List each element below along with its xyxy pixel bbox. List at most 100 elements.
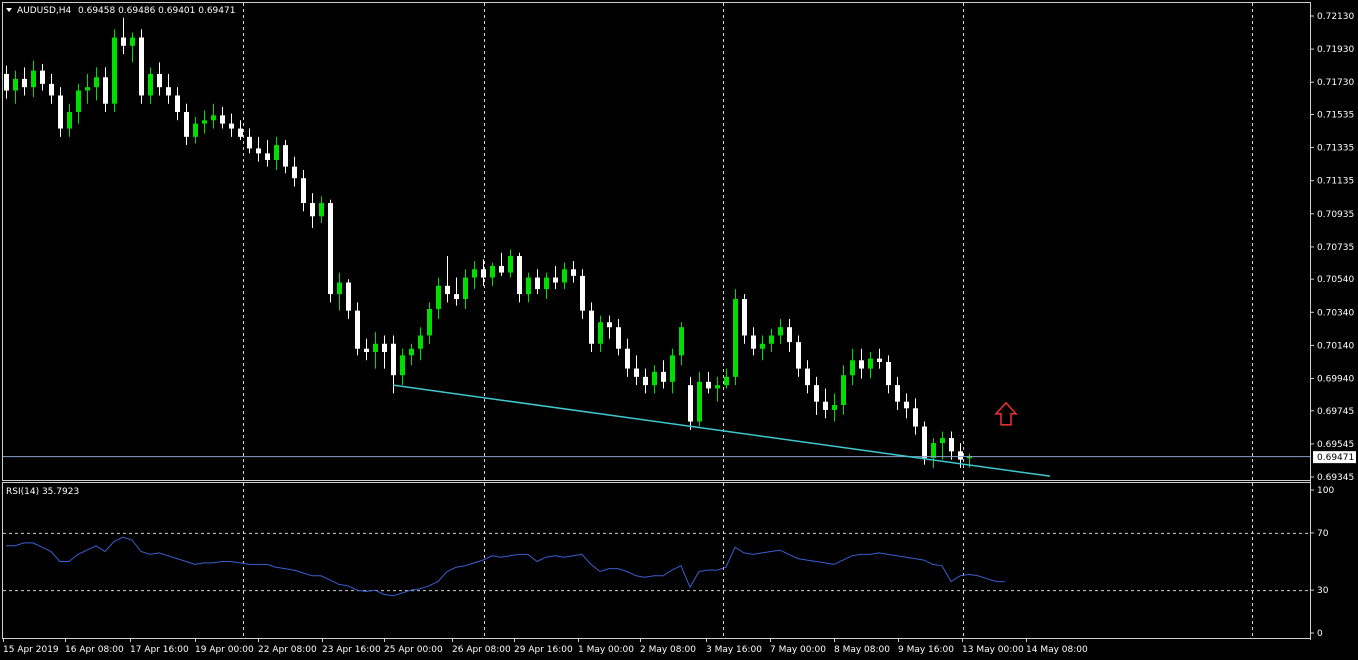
bear-candle: [229, 123, 234, 129]
price-axis-label: 0.69745: [1317, 407, 1354, 417]
bear-candle: [796, 342, 801, 369]
symbol-timeframe: AUDUSD,H4: [17, 6, 72, 16]
bear-candle: [481, 269, 486, 278]
bull-candle: [400, 355, 405, 376]
price-axis-label: 0.69940: [1317, 375, 1354, 385]
bear-candle: [157, 73, 162, 88]
price-axis-label: 0.71535: [1317, 110, 1354, 120]
bear-candle: [886, 361, 891, 386]
bear-candle: [301, 178, 306, 204]
rsi-header: RSI(14) 35.7923: [6, 487, 79, 497]
bull-candle: [67, 112, 72, 129]
bear-candle: [58, 95, 63, 129]
bear-candle: [949, 438, 954, 452]
bear-candle: [913, 408, 918, 427]
price-axis-label: 0.70540: [1317, 275, 1354, 285]
bear-candle: [364, 348, 369, 353]
bull-candle: [778, 327, 783, 336]
bull-candle: [202, 120, 207, 124]
bull-candle: [697, 381, 702, 422]
bull-candle: [562, 269, 567, 283]
bear-candle: [904, 401, 909, 409]
bull-candle: [931, 443, 936, 458]
bull-candle: [436, 285, 441, 309]
time-axis-label: 15 Apr 2019: [3, 645, 59, 655]
bull-candle: [526, 277, 531, 295]
bear-candle: [877, 358, 882, 362]
price-axis-label: 0.71335: [1317, 144, 1354, 154]
bear-candle: [256, 148, 261, 154]
time-axis-label: 7 May 00:00: [770, 645, 826, 655]
bull-candle: [715, 385, 720, 389]
bull-candle: [31, 70, 36, 88]
price-axis-label: 0.69345: [1317, 473, 1354, 483]
bull-candle: [274, 145, 279, 161]
bull-candle: [76, 90, 81, 113]
bear-candle: [265, 153, 270, 161]
time-axis-label: 8 May 08:00: [834, 645, 890, 655]
bear-candle: [958, 451, 963, 460]
time-axis-label: 16 Apr 08:00: [65, 645, 124, 655]
bear-candle: [787, 327, 792, 343]
ohlc-values: 0.69458 0.69486 0.69401 0.69471: [78, 6, 235, 16]
bull-candle: [868, 358, 873, 369]
bull-candle: [598, 322, 603, 344]
time-axis-label: 14 May 08:00: [1026, 645, 1088, 655]
price-axis-label: 0.70735: [1317, 243, 1354, 253]
bear-candle: [382, 343, 387, 353]
time-axis-label: 29 Apr 16:00: [514, 645, 573, 655]
bear-candle: [355, 310, 360, 349]
bull-candle: [940, 438, 945, 444]
bear-candle: [607, 322, 612, 328]
bull-candle: [373, 343, 378, 353]
price-axis-label: 0.70340: [1317, 308, 1354, 318]
bull-candle: [409, 348, 414, 356]
bear-candle: [220, 115, 225, 124]
bear-candle: [814, 385, 819, 402]
bear-candle: [751, 335, 756, 349]
bear-candle: [742, 299, 747, 336]
bear-candle: [859, 360, 864, 369]
time-axis-label: 19 Apr 00:00: [195, 645, 254, 655]
time-axis-label: 2 May 08:00: [640, 645, 696, 655]
price-axis-label: 0.71930: [1317, 45, 1354, 55]
bull-candle: [652, 371, 657, 386]
bull-candle: [13, 78, 18, 91]
bear-candle: [661, 371, 666, 382]
rsi-axis-label: 100: [1317, 486, 1334, 496]
bear-candle: [823, 401, 828, 410]
bull-candle: [337, 282, 342, 295]
bear-candle: [634, 368, 639, 377]
bull-candle: [769, 335, 774, 344]
price-axis-label: 0.71730: [1317, 78, 1354, 88]
bull-candle: [544, 277, 549, 290]
current-price-badge: 0.69471: [1313, 451, 1356, 464]
bull-candle: [679, 327, 684, 356]
time-axis-label: 22 Apr 08:00: [258, 645, 317, 655]
time-axis-label: 3 May 16:00: [706, 645, 762, 655]
trading-chart[interactable]: 0.72130 0.71930 0.71730 0.71535 0.71335 0.711…: [0, 0, 1358, 660]
price-axis-label: 0.70140: [1317, 341, 1354, 351]
bull-candle: [733, 299, 738, 377]
bear-candle: [22, 78, 27, 88]
time-axis-label: 13 May 00:00: [962, 645, 1024, 655]
bear-candle: [247, 136, 252, 149]
bear-candle: [922, 426, 927, 458]
bear-candle: [643, 376, 648, 386]
chart-canvas[interactable]: 0.72130 0.71930 0.71730 0.71535 0.71335 0.711…: [0, 0, 1358, 660]
bear-candle: [517, 256, 522, 295]
bear-candle: [688, 385, 693, 422]
bull-candle: [319, 203, 324, 217]
bear-candle: [175, 95, 180, 113]
bear-candle: [535, 277, 540, 290]
bear-candle: [805, 368, 810, 386]
bull-candle: [193, 123, 198, 137]
bull-candle: [427, 308, 432, 336]
bull-candle: [418, 335, 423, 349]
price-axis-label: 0.70935: [1317, 210, 1354, 220]
time-axis-label: 9 May 16:00: [898, 645, 954, 655]
bull-candle: [832, 404, 837, 410]
bear-candle: [616, 327, 621, 349]
bear-candle: [238, 128, 243, 137]
bear-candle: [589, 310, 594, 344]
